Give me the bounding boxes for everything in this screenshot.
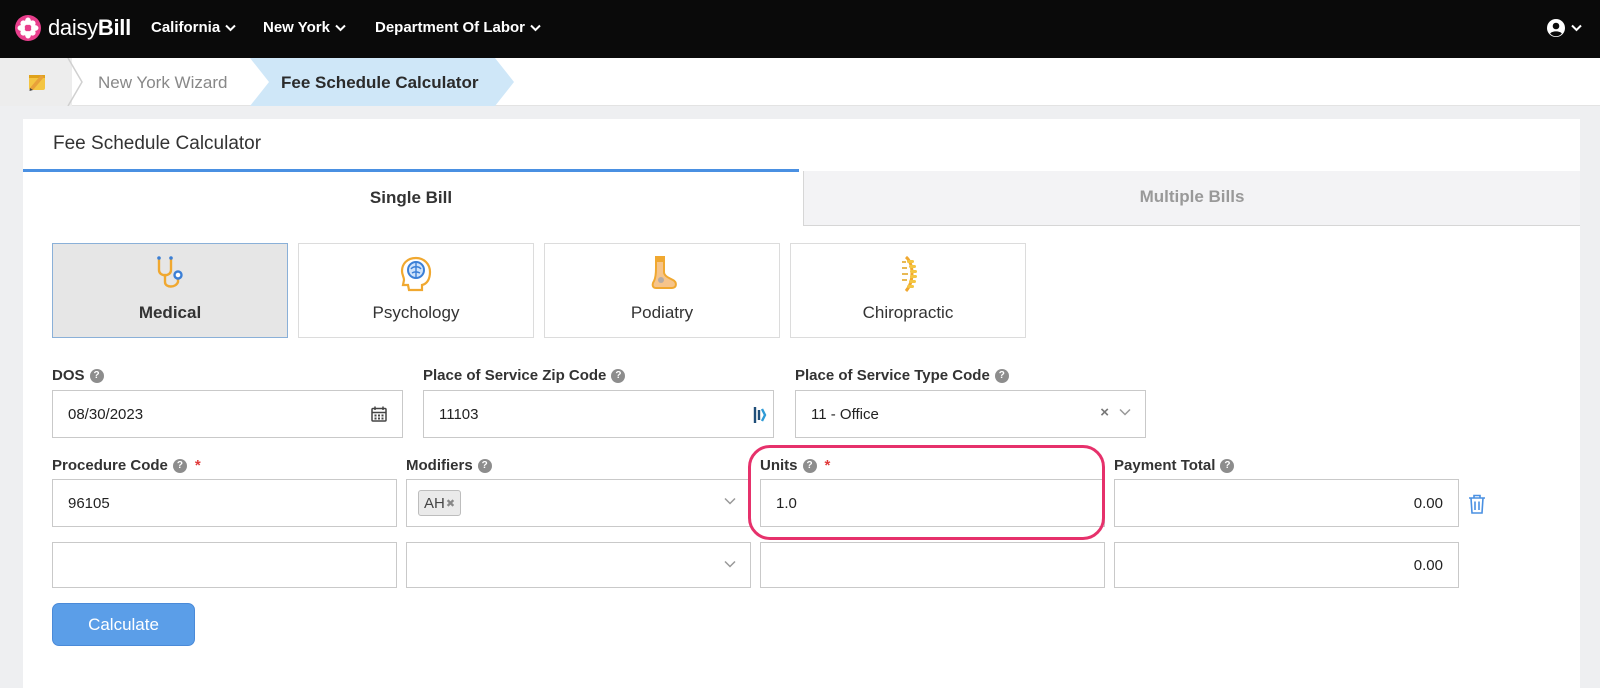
stethoscope-icon <box>157 256 183 288</box>
zip-input[interactable]: 11103 <box>423 390 774 438</box>
help-icon[interactable]: ? <box>994 368 1009 383</box>
modifier-chip-label: AH <box>424 494 445 512</box>
help-icon[interactable]: ? <box>477 458 492 473</box>
user-account-icon <box>1547 19 1565 37</box>
zip-label: Place of Service Zip Code ? <box>423 367 626 384</box>
trash-icon[interactable] <box>1467 493 1487 515</box>
specialty-medical[interactable]: Medical <box>52 243 288 338</box>
daisy-flower-icon <box>15 15 41 41</box>
tab-single-bill[interactable]: Single Bill <box>23 169 799 226</box>
chevron-down-icon <box>530 24 541 31</box>
pos-type-label-text: Place of Service Type Code <box>795 367 990 384</box>
specialty-podiatry[interactable]: Podiatry <box>544 243 780 338</box>
specialty-chiropractic[interactable]: Chiropractic <box>790 243 1026 338</box>
brand-name: daisyBill <box>48 15 131 40</box>
procedure-code-input[interactable] <box>52 542 397 588</box>
modifiers-select[interactable] <box>406 542 751 588</box>
dos-label: DOS ? <box>52 367 104 384</box>
breadcrumb-separator <box>67 58 83 106</box>
clear-icon[interactable]: × <box>1100 404 1109 421</box>
brain-head-icon <box>400 256 432 292</box>
procedure-code-label-text: Procedure Code <box>52 457 168 474</box>
autofill-helper-icon[interactable] <box>753 405 767 425</box>
units-input[interactable] <box>760 542 1105 588</box>
chevron-down-icon[interactable] <box>1119 408 1131 416</box>
payment-total-value: 0.00 <box>1413 556 1443 574</box>
tab-multiple-bills[interactable]: Multiple Bills <box>803 171 1580 226</box>
modifiers-label: Modifiers ? <box>406 457 492 474</box>
specialty-psychology[interactable]: Psychology <box>298 243 534 338</box>
top-navbar: daisyBill California New York Department… <box>0 0 1600 58</box>
specialty-medical-label: Medical <box>138 303 202 322</box>
spine-icon <box>902 255 917 292</box>
breadcrumb-new-york-wizard[interactable]: New York Wizard <box>98 73 227 93</box>
user-menu[interactable] <box>1546 18 1582 38</box>
calendar-icon[interactable] <box>370 405 388 423</box>
payment-total-label-text: Payment Total <box>1114 457 1216 474</box>
help-icon[interactable]: ? <box>89 368 104 383</box>
chevron-down-icon[interactable] <box>724 497 736 505</box>
chevron-down-icon <box>335 24 346 31</box>
payment-total-value: 0.00 <box>1413 494 1443 512</box>
units-highlight-annotation <box>748 445 1105 540</box>
remove-chip-icon[interactable]: ✖ <box>446 497 455 510</box>
modifiers-select[interactable]: AH ✖ <box>406 479 751 527</box>
nav-new-york[interactable]: New York <box>263 19 346 36</box>
nav-department-of-labor[interactable]: Department Of Labor <box>375 19 541 36</box>
tab-multiple-bills-label: Multiple Bills <box>1139 187 1245 206</box>
procedure-code-label: Procedure Code ? * <box>52 457 201 474</box>
modifier-chip[interactable]: AH ✖ <box>418 490 462 516</box>
specialty-psychology-label: Psychology <box>372 303 460 322</box>
breadcrumb: New York Wizard Fee Schedule Calculator <box>0 58 1600 106</box>
breadcrumb-fee-schedule-calculator: Fee Schedule Calculator <box>281 73 479 92</box>
nav-california-label: California <box>151 19 221 36</box>
pos-type-select[interactable]: 11 - Office × <box>795 390 1146 438</box>
help-icon[interactable]: ? <box>172 458 187 473</box>
help-icon[interactable]: ? <box>1220 458 1235 473</box>
calculate-button[interactable]: Calculate <box>52 603 195 646</box>
chevron-down-icon[interactable] <box>724 560 736 568</box>
dos-label-text: DOS <box>52 367 85 384</box>
help-icon[interactable]: ? <box>611 368 626 383</box>
dos-input-value: 08/30/2023 <box>68 405 144 423</box>
required-marker: * <box>194 457 201 474</box>
tab-single-bill-label: Single Bill <box>369 188 453 207</box>
modifiers-label-text: Modifiers <box>406 457 473 474</box>
nav-department-of-labor-label: Department Of Labor <box>375 19 526 36</box>
chevron-down-icon <box>225 24 236 31</box>
specialty-chiropractic-label: Chiropractic <box>862 303 954 322</box>
foot-icon <box>651 256 677 289</box>
dos-input[interactable]: 08/30/2023 <box>52 390 403 438</box>
page-title: Fee Schedule Calculator <box>53 133 262 154</box>
pos-type-select-value: 11 - Office <box>811 405 879 423</box>
procedure-code-input[interactable]: 96105 <box>52 479 397 527</box>
notepad-pencil-icon <box>29 75 45 91</box>
payment-total-input: 0.00 <box>1114 542 1459 588</box>
nav-new-york-label: New York <box>263 19 330 36</box>
zip-input-value: 11103 <box>439 405 479 423</box>
chevron-down-icon <box>1571 24 1582 32</box>
procedure-code-value: 96105 <box>68 494 110 512</box>
nav-california[interactable]: California <box>151 19 236 36</box>
zip-label-text: Place of Service Zip Code <box>423 367 607 384</box>
breadcrumb-home[interactable] <box>0 58 72 106</box>
payment-total-label: Payment Total ? <box>1114 457 1235 474</box>
daisybill-logo[interactable]: daisyBill <box>14 14 131 42</box>
specialty-podiatry-label: Podiatry <box>630 303 694 322</box>
pos-type-label: Place of Service Type Code ? <box>795 367 1009 384</box>
payment-total-input: 0.00 <box>1114 479 1459 527</box>
